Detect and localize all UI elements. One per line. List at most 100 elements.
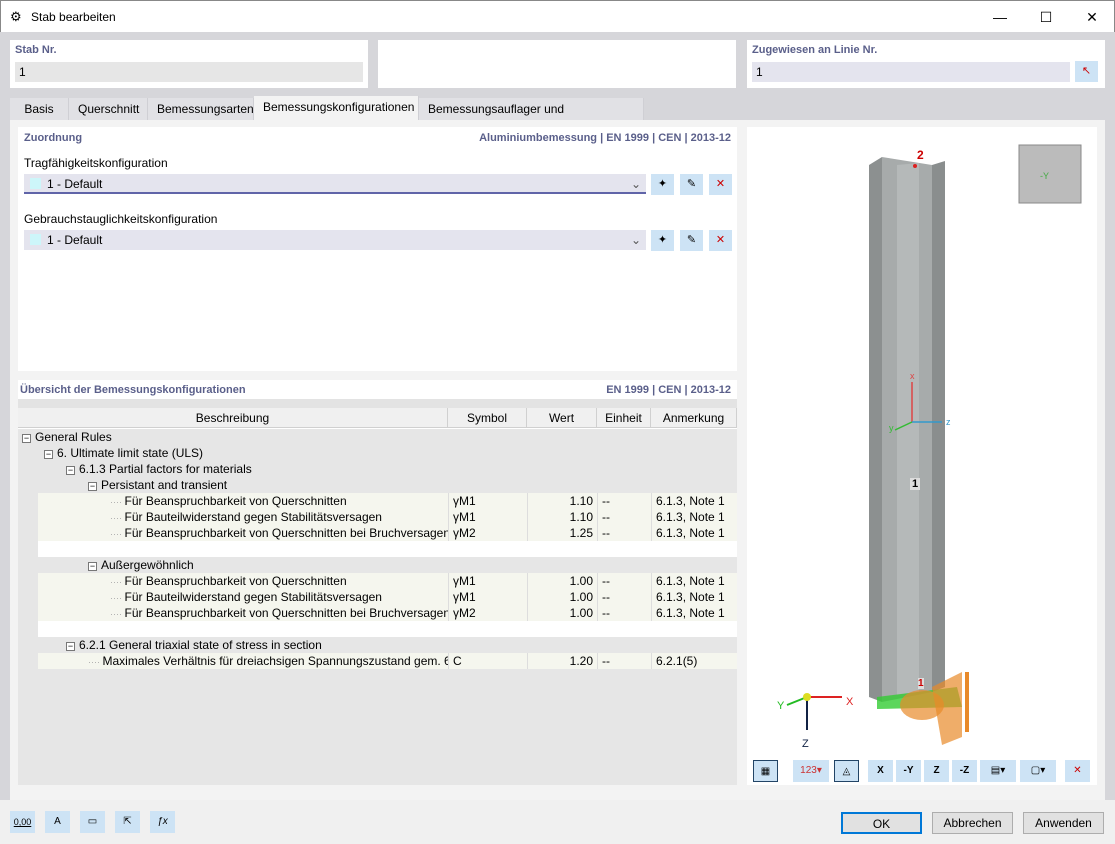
table-row[interactable]: ···· Für Bauteilwiderstand gegen Stabili…: [38, 509, 737, 525]
text-button[interactable]: A: [45, 811, 70, 833]
tree-line: ····: [110, 529, 125, 539]
collapse-icon[interactable]: −: [22, 434, 31, 443]
sls-config-select[interactable]: 1 - Default ⌄: [24, 230, 646, 250]
tree-line: ····: [110, 513, 125, 523]
description-text: 6.2.1 General triaxial state of stress i…: [79, 638, 322, 652]
value-cell[interactable]: 1.10: [527, 493, 597, 509]
minimize-button[interactable]: —: [977, 1, 1023, 33]
table-row[interactable]: −6.1.3 Partial factors for materials: [18, 461, 737, 477]
local-z-label: z: [946, 417, 951, 427]
visibility-button[interactable]: ◬: [834, 760, 859, 782]
unit-cell: --: [597, 573, 651, 589]
formula-button[interactable]: ƒx: [150, 811, 175, 833]
table-row[interactable]: ···· Für Bauteilwiderstand gegen Stabili…: [38, 589, 737, 605]
edit-config-button[interactable]: ✎: [680, 230, 703, 251]
display-mode-dropdown[interactable]: ▤▾: [980, 760, 1016, 782]
table-row[interactable]: − General Rules: [18, 429, 737, 445]
description-text: 6.1.3 Partial factors for materials: [79, 462, 252, 476]
tab-querschnitt[interactable]: Querschnitt: [69, 98, 148, 120]
view-x-button[interactable]: X: [868, 760, 893, 782]
view-minus-y-button[interactable]: -Y: [896, 760, 921, 782]
column-header[interactable]: Wert: [527, 408, 597, 428]
note-cell: 6.1.3, Note 1: [651, 605, 737, 621]
new-config-button[interactable]: ✦: [651, 230, 674, 251]
node-label-bottom: 1: [918, 678, 924, 689]
symbol-cell: γM1: [448, 509, 527, 525]
description-cell: − General Rules: [22, 429, 448, 445]
delete-config-button[interactable]: ✕: [709, 230, 732, 251]
new-config-button[interactable]: ✦: [651, 174, 674, 195]
cancel-button[interactable]: Abbrechen: [932, 812, 1013, 834]
linie-number-field[interactable]: 1: [752, 62, 1070, 82]
zuordnung-title: Zuordnung: [24, 132, 83, 144]
table-row[interactable]: −6. Ultimate limit state (ULS): [18, 445, 737, 461]
app-icon: ⚙: [10, 9, 22, 24]
value-cell[interactable]: 1.00: [527, 589, 597, 605]
3d-view[interactable]: 2 1 1 x y z -Y X Y Z ▦ 123▾ ◬ X -Y Z -Z …: [747, 127, 1097, 785]
apply-button[interactable]: Anwenden: [1023, 812, 1104, 834]
view-z-button[interactable]: Z: [924, 760, 949, 782]
collapse-icon[interactable]: −: [66, 466, 75, 475]
value-cell[interactable]: 1.00: [527, 573, 597, 589]
column-header[interactable]: Einheit: [597, 408, 651, 428]
collapse-icon[interactable]: −: [44, 450, 53, 459]
norm-label: Aluminiumbemessung | EN 1999 | CEN | 201…: [479, 132, 731, 144]
stab-number-field[interactable]: 1: [15, 62, 363, 82]
unit-cell: --: [597, 605, 651, 621]
table-row[interactable]: − Persistant and transient: [18, 477, 737, 493]
tab-bemessungskonfigurationen[interactable]: Bemessungskonfigurationen: [254, 96, 419, 120]
view-cube[interactable]: -Y: [1040, 171, 1049, 181]
table-row[interactable]: ···· Für Beanspruchbarkeit von Querschni…: [38, 573, 737, 589]
note-cell: 6.2.1(5): [651, 653, 737, 669]
reset-zoom-icon[interactable]: ✕: [1065, 760, 1090, 782]
select-button[interactable]: ⇱: [115, 811, 140, 833]
description-text: Für Bauteilwiderstand gegen Stabilitätsv…: [124, 510, 382, 524]
table-row[interactable]: [38, 621, 737, 637]
iso-view-dropdown[interactable]: ▢▾: [1020, 760, 1056, 782]
empty-panel: [378, 40, 736, 88]
tab-bemessungsarten[interactable]: Bemessungsarten: [148, 98, 254, 120]
sls-value: 1 - Default: [47, 233, 103, 247]
table-row[interactable]: ···· Maximales Verhältnis für dreiachsig…: [38, 653, 737, 669]
collapse-icon[interactable]: −: [66, 642, 75, 651]
units-button[interactable]: 0,00: [10, 811, 35, 833]
view-button[interactable]: ▭: [80, 811, 105, 833]
unit-cell: --: [597, 509, 651, 525]
local-y-label: y: [889, 423, 894, 433]
render-options-button[interactable]: ▦: [753, 760, 778, 782]
linie-panel: Zugewiesen an Linie Nr. 1 ↖: [747, 40, 1105, 88]
column-header[interactable]: Beschreibung: [18, 408, 448, 428]
ok-button[interactable]: OK: [841, 812, 922, 834]
value-cell[interactable]: 1.25: [527, 525, 597, 541]
view-minus-z-button[interactable]: -Z: [952, 760, 977, 782]
value-cell[interactable]: 1.10: [527, 509, 597, 525]
uls-config-select[interactable]: 1 - Default ⌄: [24, 174, 646, 194]
uls-value: 1 - Default: [47, 177, 103, 191]
collapse-icon[interactable]: −: [88, 482, 97, 491]
numbering-dropdown[interactable]: 123▾: [793, 760, 829, 782]
table-row[interactable]: ···· Für Beanspruchbarkeit von Querschni…: [38, 605, 737, 621]
pick-line-button[interactable]: ↖: [1075, 61, 1098, 82]
delete-config-button[interactable]: ✕: [709, 174, 732, 195]
table-row[interactable]: − Außergewöhnlich: [18, 557, 737, 573]
value-cell[interactable]: 1.20: [527, 653, 597, 669]
description-cell: ···· Für Beanspruchbarkeit von Querschni…: [110, 493, 448, 509]
tab-basis[interactable]: Basis: [10, 98, 69, 120]
table-row[interactable]: ···· Für Beanspruchbarkeit von Querschni…: [38, 525, 737, 541]
stab-panel: Stab Nr. 1: [10, 40, 368, 88]
table-row[interactable]: [38, 541, 737, 557]
maximize-button[interactable]: ☐: [1023, 1, 1069, 33]
close-button[interactable]: ✕: [1069, 1, 1115, 33]
collapse-icon[interactable]: −: [88, 562, 97, 571]
value-cell[interactable]: 1.00: [527, 605, 597, 621]
description-cell: ···· Für Bauteilwiderstand gegen Stabili…: [110, 589, 448, 605]
edit-config-button[interactable]: ✎: [680, 174, 703, 195]
table-row[interactable]: −6.2.1 General triaxial state of stress …: [18, 637, 737, 653]
column-header[interactable]: Anmerkung: [651, 408, 737, 428]
tab-bemessungsauflager[interactable]: Bemessungsauflager und Durchbiegung: [419, 98, 644, 138]
column-header[interactable]: Symbol: [448, 408, 527, 428]
symbol-cell: γM1: [448, 573, 527, 589]
window-title: Stab bearbeiten: [31, 10, 116, 24]
table-row[interactable]: ···· Für Beanspruchbarkeit von Querschni…: [38, 493, 737, 509]
description-text: Außergewöhnlich: [101, 558, 194, 572]
